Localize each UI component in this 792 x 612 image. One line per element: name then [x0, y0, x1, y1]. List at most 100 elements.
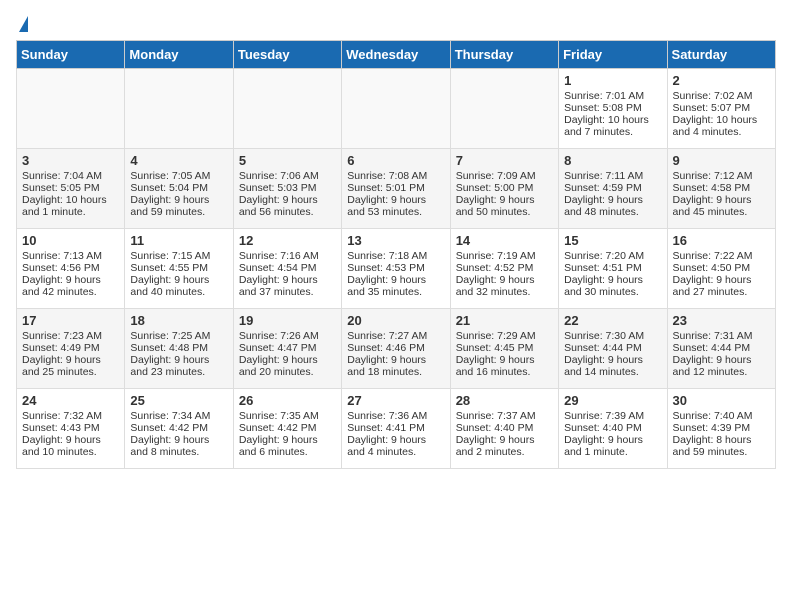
day-number: 5	[239, 153, 336, 168]
day-info: Sunrise: 7:35 AM	[239, 410, 336, 422]
day-info: Sunrise: 7:15 AM	[130, 250, 227, 262]
day-info: and 42 minutes.	[22, 286, 119, 298]
day-info: Sunset: 5:05 PM	[22, 182, 119, 194]
week-row-4: 17Sunrise: 7:23 AMSunset: 4:49 PMDayligh…	[17, 309, 776, 389]
day-info: Sunset: 4:56 PM	[22, 262, 119, 274]
calendar-cell: 25Sunrise: 7:34 AMSunset: 4:42 PMDayligh…	[125, 389, 233, 469]
day-number: 9	[673, 153, 770, 168]
day-number: 2	[673, 73, 770, 88]
day-info: Sunrise: 7:34 AM	[130, 410, 227, 422]
day-number: 19	[239, 313, 336, 328]
day-info: Sunset: 4:51 PM	[564, 262, 661, 274]
day-info: Sunset: 4:54 PM	[239, 262, 336, 274]
day-info: Daylight: 9 hours	[239, 434, 336, 446]
week-row-5: 24Sunrise: 7:32 AMSunset: 4:43 PMDayligh…	[17, 389, 776, 469]
day-info: Daylight: 10 hours	[22, 194, 119, 206]
week-row-3: 10Sunrise: 7:13 AMSunset: 4:56 PMDayligh…	[17, 229, 776, 309]
calendar-cell	[17, 69, 125, 149]
calendar-table: SundayMondayTuesdayWednesdayThursdayFrid…	[16, 40, 776, 469]
day-info: and 25 minutes.	[22, 366, 119, 378]
day-info: Sunrise: 7:02 AM	[673, 90, 770, 102]
calendar-cell: 22Sunrise: 7:30 AMSunset: 4:44 PMDayligh…	[559, 309, 667, 389]
day-number: 17	[22, 313, 119, 328]
day-info: and 7 minutes.	[564, 126, 661, 138]
day-info: Sunrise: 7:32 AM	[22, 410, 119, 422]
day-info: Daylight: 9 hours	[673, 194, 770, 206]
calendar-cell: 3Sunrise: 7:04 AMSunset: 5:05 PMDaylight…	[17, 149, 125, 229]
day-info: Daylight: 9 hours	[22, 354, 119, 366]
day-number: 13	[347, 233, 444, 248]
day-info: Sunset: 4:49 PM	[22, 342, 119, 354]
day-info: Sunset: 5:08 PM	[564, 102, 661, 114]
day-info: and 53 minutes.	[347, 206, 444, 218]
day-info: Sunrise: 7:27 AM	[347, 330, 444, 342]
calendar-cell: 6Sunrise: 7:08 AMSunset: 5:01 PMDaylight…	[342, 149, 450, 229]
calendar-cell: 23Sunrise: 7:31 AMSunset: 4:44 PMDayligh…	[667, 309, 775, 389]
day-info: Sunset: 4:42 PM	[239, 422, 336, 434]
day-info: Daylight: 9 hours	[347, 434, 444, 446]
calendar-cell: 2 Sunrise: 7:02 AMSunset: 5:07 PMDaylight…	[667, 69, 775, 149]
day-info: Sunrise: 7:39 AM	[564, 410, 661, 422]
day-info: Daylight: 10 hours	[673, 114, 770, 126]
day-info: Sunset: 4:40 PM	[564, 422, 661, 434]
day-number: 3	[22, 153, 119, 168]
day-info: Sunrise: 7:23 AM	[22, 330, 119, 342]
day-number: 16	[673, 233, 770, 248]
day-info: Daylight: 9 hours	[564, 354, 661, 366]
day-info: Daylight: 9 hours	[673, 354, 770, 366]
calendar-cell: 12Sunrise: 7:16 AMSunset: 4:54 PMDayligh…	[233, 229, 341, 309]
day-number: 23	[673, 313, 770, 328]
day-number: 25	[130, 393, 227, 408]
calendar-cell: 11Sunrise: 7:15 AMSunset: 4:55 PMDayligh…	[125, 229, 233, 309]
calendar-cell: 13Sunrise: 7:18 AMSunset: 4:53 PMDayligh…	[342, 229, 450, 309]
day-info: Daylight: 9 hours	[22, 434, 119, 446]
calendar-cell: 18Sunrise: 7:25 AMSunset: 4:48 PMDayligh…	[125, 309, 233, 389]
day-number: 22	[564, 313, 661, 328]
day-info: Daylight: 9 hours	[456, 354, 553, 366]
day-info: Sunset: 4:44 PM	[673, 342, 770, 354]
day-info: Daylight: 9 hours	[347, 194, 444, 206]
day-info: Daylight: 9 hours	[22, 274, 119, 286]
calendar-cell: 4Sunrise: 7:05 AMSunset: 5:04 PMDaylight…	[125, 149, 233, 229]
day-info: Daylight: 10 hours	[564, 114, 661, 126]
day-info: Sunset: 4:42 PM	[130, 422, 227, 434]
day-info: Sunset: 4:59 PM	[564, 182, 661, 194]
day-info: Daylight: 9 hours	[239, 354, 336, 366]
day-number: 8	[564, 153, 661, 168]
day-info: and 35 minutes.	[347, 286, 444, 298]
day-number: 30	[673, 393, 770, 408]
day-info: Daylight: 9 hours	[673, 274, 770, 286]
day-info: Sunset: 5:07 PM	[673, 102, 770, 114]
calendar-cell: 20Sunrise: 7:27 AMSunset: 4:46 PMDayligh…	[342, 309, 450, 389]
day-number: 24	[22, 393, 119, 408]
day-number: 20	[347, 313, 444, 328]
day-info: Sunrise: 7:40 AM	[673, 410, 770, 422]
day-info: and 4 minutes.	[673, 126, 770, 138]
day-info: Sunrise: 7:22 AM	[673, 250, 770, 262]
day-info: Daylight: 8 hours	[673, 434, 770, 446]
day-info: Daylight: 9 hours	[130, 354, 227, 366]
day-info: Daylight: 9 hours	[130, 274, 227, 286]
day-number: 4	[130, 153, 227, 168]
day-info: Sunrise: 7:19 AM	[456, 250, 553, 262]
day-info: Sunset: 4:41 PM	[347, 422, 444, 434]
day-info: Sunset: 4:50 PM	[673, 262, 770, 274]
day-info: Daylight: 9 hours	[239, 274, 336, 286]
day-number: 18	[130, 313, 227, 328]
day-info: and 4 minutes.	[347, 446, 444, 458]
calendar-cell: 5Sunrise: 7:06 AMSunset: 5:03 PMDaylight…	[233, 149, 341, 229]
day-info: Sunset: 4:52 PM	[456, 262, 553, 274]
day-info: and 1 minute.	[564, 446, 661, 458]
day-info: Sunset: 4:47 PM	[239, 342, 336, 354]
day-number: 12	[239, 233, 336, 248]
calendar-cell: 15Sunrise: 7:20 AMSunset: 4:51 PMDayligh…	[559, 229, 667, 309]
day-info: Sunset: 4:48 PM	[130, 342, 227, 354]
day-info: Sunset: 4:55 PM	[130, 262, 227, 274]
day-info: Daylight: 9 hours	[347, 274, 444, 286]
calendar-cell: 17 Sunrise: 7:23 AMSunset: 4:49 PMDayligh…	[17, 309, 125, 389]
day-info: Sunrise: 7:01 AM	[564, 90, 661, 102]
calendar-cell: 1Sunrise: 7:01 AMSunset: 5:08 PMDaylight…	[559, 69, 667, 149]
day-info: Sunrise: 7:26 AM	[239, 330, 336, 342]
calendar-cell: 27Sunrise: 7:36 AMSunset: 4:41 PMDayligh…	[342, 389, 450, 469]
calendar-cell: 14Sunrise: 7:19 AMSunset: 4:52 PMDayligh…	[450, 229, 558, 309]
